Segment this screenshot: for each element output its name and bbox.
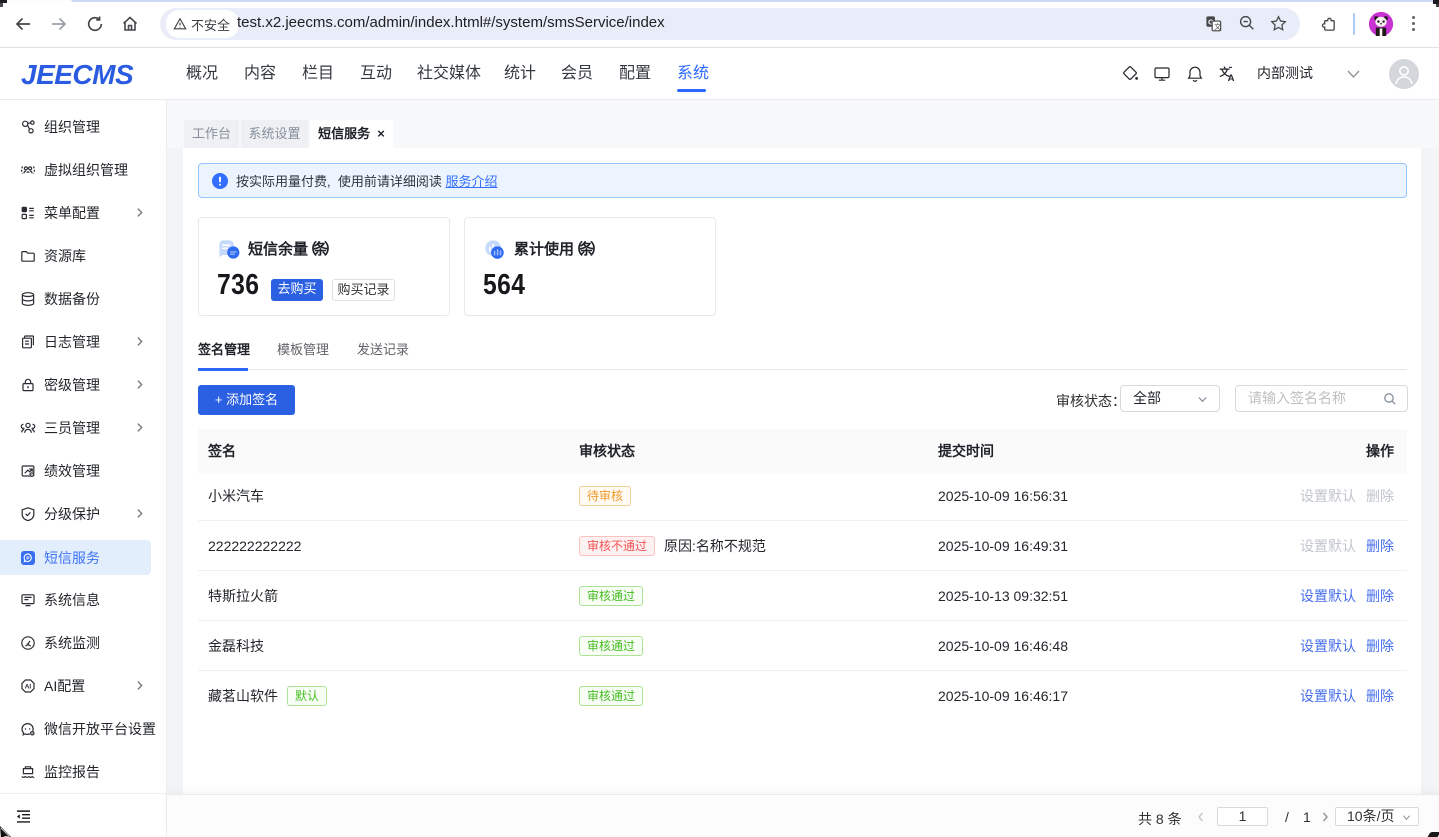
svg-text:AI: AI — [25, 683, 32, 690]
svg-text:文: 文 — [1214, 22, 1221, 31]
svg-text:A: A — [1228, 73, 1235, 83]
